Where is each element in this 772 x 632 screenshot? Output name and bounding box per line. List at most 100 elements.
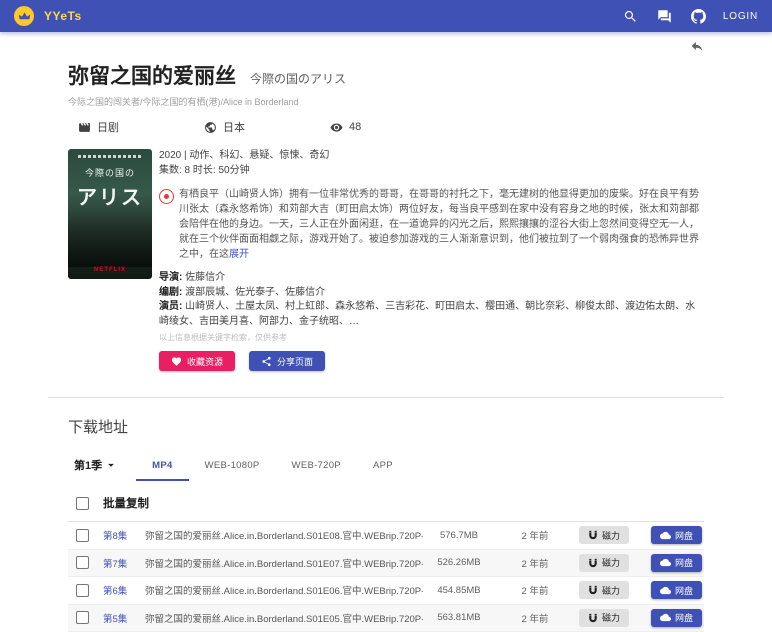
main-content: 弥留之国的爱丽丝 今際の国のアリス 今际之国的闯关者/今际之国的有栖(港)/Al…	[0, 32, 772, 632]
github-icon[interactable]	[690, 8, 707, 24]
episode-link[interactable]: 第5集	[103, 611, 137, 625]
back-row	[68, 32, 704, 54]
file-size: 563.81MB	[437, 612, 481, 624]
credits: 导演: 佐藤信介 编剧: 渡部辰城、佐光泰子、佐藤信介 演员: 山崎贤人、土屋太…	[159, 271, 704, 343]
episode-link[interactable]: 第7集	[103, 556, 137, 570]
season-label: 第1季	[74, 460, 103, 472]
episode-link[interactable]: 第6集	[103, 583, 137, 597]
writer-label: 编剧:	[159, 286, 183, 298]
navbar: YYeTs LOGIN	[0, 0, 772, 32]
director-line: 导演: 佐藤信介	[159, 271, 704, 286]
row-checkbox[interactable]	[76, 611, 89, 625]
share-button[interactable]: 分享页面	[249, 351, 326, 371]
meta-area-label: 日本	[223, 122, 245, 134]
synopsis-block: 有栖良平（山崎贤人饰）拥有一位非常优秀的哥哥，在哥哥的衬托之下，毫无建树的他显得…	[159, 187, 704, 262]
cast-value: 山崎贤人、土屋太凤、村上虹郎、森永悠希、三吉彩花、町田启太、樱田通、朝比奈彩、柳…	[159, 301, 696, 327]
heart-icon	[171, 356, 182, 366]
file-name: 弥留之国的爱丽丝.Alice.in.Borderland.S01E05.官中.W…	[145, 613, 423, 625]
writer-line: 编剧: 渡部辰城、佐光泰子、佐藤信介	[159, 286, 704, 301]
title-japanese: 今際の国のアリス	[250, 72, 347, 86]
netdisk-label: 网盘	[674, 613, 693, 624]
info-column: 2020 | 动作、科幻、悬疑、惊悚、奇幻 集数: 8 时长: 50分钟 有栖良…	[159, 149, 704, 371]
title-row: 弥留之国的爱丽丝 今際の国のアリス	[68, 60, 704, 90]
brand-name[interactable]: YYeTs	[44, 9, 82, 23]
magnet-button[interactable]: 磁力	[578, 608, 629, 627]
cloud-icon	[659, 586, 671, 594]
magnet-icon	[589, 586, 597, 595]
poster-title-line2: アリス	[77, 187, 143, 209]
cloud-icon	[659, 614, 671, 622]
meta-type-label: 日剧	[97, 122, 119, 134]
meta-views: 48	[330, 119, 456, 135]
action-buttons: 收藏资源 分享页面	[159, 351, 704, 371]
title-aliases: 今际之国的闯关者/今际之国的有栖(港)/Alice in Borderland	[68, 97, 299, 107]
netdisk-button[interactable]: 网盘	[650, 608, 702, 627]
netdisk-button[interactable]: 网盘	[650, 553, 702, 572]
table-row: 第6集 弥留之国的爱丽丝.Alice.in.Borderland.S01E06.…	[68, 577, 704, 605]
download-table: 第8集 弥留之国的爱丽丝.Alice.in.Borderland.S01E08.…	[68, 522, 704, 632]
section-divider	[48, 397, 724, 398]
tab-mp4[interactable]: MP4	[136, 454, 189, 481]
magnet-label: 磁力	[601, 585, 620, 596]
poster-artwork	[68, 210, 152, 267]
magnet-button[interactable]: 磁力	[578, 581, 629, 600]
meta-views-count: 48	[349, 121, 362, 133]
share-icon	[262, 356, 271, 366]
magnet-label: 磁力	[601, 613, 620, 624]
batch-copy-label: 批量复制	[103, 498, 149, 510]
netdisk-label: 网盘	[674, 558, 693, 569]
magnet-icon	[589, 531, 597, 540]
magnet-button[interactable]: 磁力	[578, 526, 629, 545]
netdisk-button[interactable]: 网盘	[650, 526, 702, 545]
file-name: 弥留之国的爱丽丝.Alice.in.Borderland.S01E08.官中.W…	[145, 531, 423, 543]
tabs-row: 第1季 MP4 WEB-1080P WEB-720P APP	[68, 453, 704, 481]
magnet-label: 磁力	[601, 530, 620, 541]
favorite-button[interactable]: 收藏资源	[159, 351, 236, 371]
director-label: 导演:	[159, 272, 183, 283]
eye-icon	[330, 122, 343, 132]
row-checkbox[interactable]	[76, 583, 89, 597]
magnet-icon	[589, 558, 597, 567]
poster-decoration	[78, 155, 142, 158]
tab-app[interactable]: APP	[357, 454, 409, 481]
table-row: 第5集 弥留之国的爱丽丝.Alice.in.Borderland.S01E05.…	[68, 604, 704, 632]
movie-icon	[79, 122, 90, 132]
tab-web-1080p[interactable]: WEB-1080P	[189, 454, 276, 481]
file-size: 526.26MB	[437, 557, 481, 569]
file-age: 2 年前	[521, 558, 549, 570]
episode-link[interactable]: 第8集	[103, 528, 137, 542]
netflix-logo: NETFLIX	[94, 267, 126, 273]
yyets-logo-icon[interactable]	[14, 6, 34, 26]
season-selector[interactable]: 第1季	[68, 453, 118, 481]
cloud-icon	[659, 559, 671, 567]
row-checkbox[interactable]	[76, 556, 89, 570]
back-icon[interactable]	[690, 39, 704, 53]
chevron-down-icon	[108, 463, 115, 467]
disclaimer: 以上信息根据关键字检索，仅供参考	[159, 333, 287, 342]
format-tabs: MP4 WEB-1080P WEB-720P APP	[136, 454, 409, 481]
magnet-button[interactable]: 磁力	[578, 553, 629, 572]
netdisk-label: 网盘	[674, 585, 693, 596]
meta-type: 日剧	[78, 119, 204, 135]
poster: 今際の国の アリス NETFLIX	[68, 149, 152, 279]
row-checkbox[interactable]	[76, 528, 89, 542]
page-title: 弥留之国的爱丽丝	[68, 65, 236, 88]
search-icon[interactable]	[623, 8, 639, 24]
tab-web-720p[interactable]: WEB-720P	[276, 454, 357, 481]
file-size: 576.7MB	[439, 529, 478, 541]
favorite-label: 收藏资源	[187, 356, 224, 367]
douban-icon	[159, 189, 174, 204]
downloads-heading: 下载地址	[68, 419, 129, 436]
messages-icon[interactable]	[657, 8, 673, 24]
table-row: 第7集 弥留之国的爱丽丝.Alice.in.Borderland.S01E07.…	[68, 549, 704, 577]
globe-icon	[205, 121, 216, 133]
expand-link[interactable]: 展开	[229, 249, 249, 260]
batch-select-checkbox[interactable]	[76, 496, 89, 510]
file-name: 弥留之国的爱丽丝.Alice.in.Borderland.S01E06.官中.W…	[145, 586, 423, 598]
netdisk-label: 网盘	[674, 530, 693, 541]
synopsis-text: 有栖良平（山崎贤人饰）拥有一位非常优秀的哥哥，在哥哥的衬托之下，毫无建树的他显得…	[179, 187, 704, 262]
netdisk-button[interactable]: 网盘	[650, 581, 702, 600]
login-button[interactable]: LOGIN	[723, 11, 758, 22]
table-row: 第8集 弥留之国的爱丽丝.Alice.in.Borderland.S01E08.…	[68, 522, 704, 550]
batch-copy-row: 批量复制	[68, 485, 704, 522]
